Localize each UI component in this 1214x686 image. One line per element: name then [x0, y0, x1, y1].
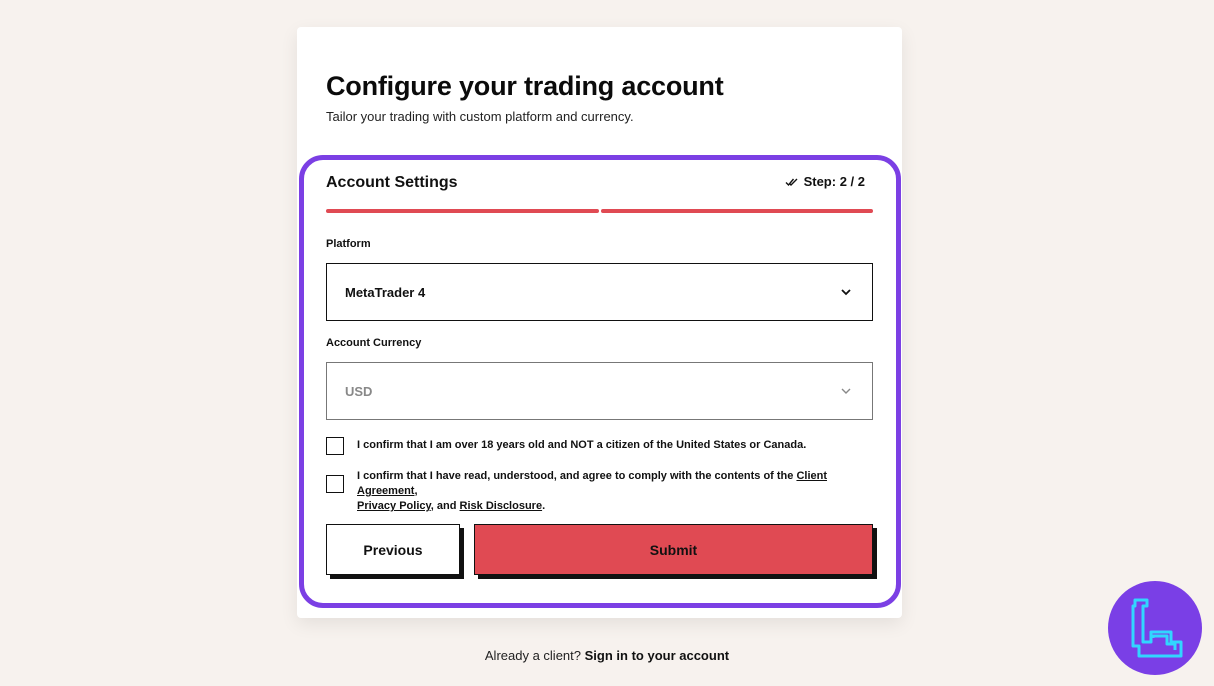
terms-sep-2: , and	[430, 500, 460, 512]
age-confirmation-checkbox[interactable]	[326, 437, 344, 455]
privacy-policy-link[interactable]: Privacy Policy	[357, 500, 431, 512]
step-indicator: Step: 2 / 2	[785, 174, 865, 189]
chevron-down-icon	[841, 388, 851, 394]
step-progress-bar	[326, 209, 873, 213]
signin-footer: Already a client? Sign in to your accoun…	[0, 648, 1214, 663]
currency-label: Account Currency	[326, 337, 422, 349]
currency-value: USD	[345, 383, 373, 399]
risk-disclosure-link[interactable]: Risk Disclosure	[460, 500, 543, 512]
age-confirmation-text: I confirm that I am over 18 years old an…	[357, 439, 807, 451]
terms-sep-1: ,	[414, 485, 418, 497]
currency-select[interactable]: USD	[326, 362, 873, 420]
double-check-icon	[785, 178, 798, 186]
submit-button[interactable]: Submit	[474, 524, 873, 575]
section-title: Account Settings	[326, 174, 458, 191]
progress-segment-1	[326, 209, 599, 213]
platform-select[interactable]: MetaTrader 4	[326, 263, 873, 321]
logo-glyph	[1131, 598, 1183, 658]
page-title: Configure your trading account	[326, 71, 724, 101]
terms-confirmation-checkbox[interactable]	[326, 475, 344, 493]
platform-label: Platform	[326, 238, 371, 250]
chevron-down-icon	[841, 289, 851, 296]
signin-prompt: Already a client?	[484, 648, 582, 663]
terms-text-after: .	[542, 500, 546, 512]
page-subtitle: Tailor your trading with custom platform…	[326, 109, 634, 124]
account-config-card: Configure your trading account Tailor yo…	[297, 27, 902, 618]
platform-value: MetaTrader 4	[345, 284, 426, 300]
terms-text-before: I confirm that I have read, understood, …	[357, 470, 797, 482]
step-label: Step: 2 / 2	[803, 174, 865, 189]
age-confirmation-row: I confirm that I am over 18 years old an…	[326, 437, 874, 455]
signin-link[interactable]: Sign in to your account	[585, 648, 729, 663]
tradingfinder-logo-icon	[1108, 581, 1202, 675]
previous-button[interactable]: Previous	[326, 524, 460, 575]
terms-confirmation-row: I confirm that I have read, understood, …	[326, 469, 874, 514]
terms-confirmation-text: I confirm that I have read, understood, …	[357, 469, 874, 514]
progress-segment-2	[600, 209, 873, 213]
